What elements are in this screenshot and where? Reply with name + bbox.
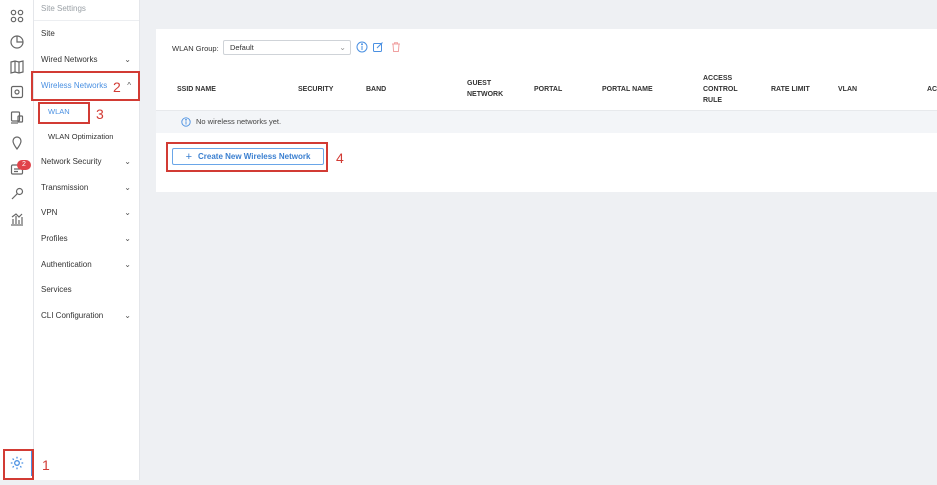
map-icon[interactable] [9, 59, 25, 75]
table-header: SSID NAME SECURITY BAND GUEST NETWORK PO… [156, 67, 937, 111]
menu-item-profiles[interactable]: Profiles ⌄ [41, 231, 133, 247]
menu-item-vpn[interactable]: VPN ⌄ [41, 205, 133, 221]
chevron-down-icon: ⌄ [124, 311, 131, 320]
menu-item-label: CLI Configuration [41, 311, 104, 320]
menu-item-site[interactable]: Site [41, 26, 133, 42]
column-header-vlan: VLAN [838, 85, 858, 93]
menu-item-label: Services [41, 285, 72, 294]
notification-badge: 2 [17, 160, 31, 170]
chevron-down-icon: ⌄ [339, 43, 346, 52]
menu-item-label: Profiles [41, 234, 68, 243]
annotation-number-1: 1 [42, 457, 50, 473]
chevron-down-icon: ⌄ [124, 55, 131, 64]
menu-divider [34, 20, 139, 21]
info-icon [181, 117, 191, 127]
column-header-ssid-name: SSID NAME [177, 85, 216, 93]
grid-icon[interactable] [9, 8, 25, 24]
info-icon[interactable] [356, 41, 368, 53]
menu-item-transmission[interactable]: Transmission ⌄ [41, 180, 133, 196]
annotation-box-3 [38, 102, 90, 124]
icon-rail: 2 [0, 0, 34, 480]
annotation-number-4: 4 [336, 150, 344, 166]
clients-icon[interactable] [9, 109, 25, 125]
chevron-down-icon: ⌄ [124, 234, 131, 243]
menu-item-network-security[interactable]: Network Security ⌄ [41, 154, 133, 170]
empty-state-text: No wireless networks yet. [196, 117, 282, 126]
device-icon[interactable] [9, 84, 25, 100]
annotation-number-3: 3 [96, 106, 104, 122]
annotation-box-4 [166, 142, 328, 172]
annotation-box-1 [3, 449, 34, 480]
column-header-rate-limit: RATE LIMIT [771, 85, 810, 93]
menu-item-services[interactable]: Services [41, 282, 133, 298]
tools-icon[interactable] [9, 186, 25, 202]
edit-icon[interactable] [372, 41, 384, 53]
annotation-number-2: 2 [113, 79, 121, 95]
menu-item-cli-configuration[interactable]: CLI Configuration ⌄ [41, 308, 133, 324]
menu-item-label: Site [41, 29, 55, 38]
column-header-portal-name: PORTAL NAME [602, 85, 653, 93]
wlan-group-label: WLAN Group: [172, 44, 219, 53]
menu-item-label: WLAN Optimization [48, 132, 114, 141]
chevron-down-icon: ⌄ [124, 260, 131, 269]
menu-item-label: Authentication [41, 260, 92, 269]
column-header-portal: PORTAL [534, 85, 563, 93]
wlan-group-select[interactable]: Default ⌄ [223, 40, 351, 55]
column-header-ac: AC [927, 85, 937, 93]
menu-header: Site Settings [41, 4, 86, 13]
dashboard-icon[interactable] [9, 34, 25, 50]
delete-icon[interactable] [390, 41, 402, 53]
empty-state-row: No wireless networks yet. [156, 111, 937, 133]
column-header-security: SECURITY [298, 85, 334, 93]
reports-icon[interactable] [9, 211, 25, 227]
chevron-down-icon: ⌄ [124, 157, 131, 166]
menu-item-label: Wired Networks [41, 55, 98, 64]
annotation-box-2 [31, 71, 140, 101]
column-header-access-control-rule: ACCESS CONTROL RULE [703, 74, 738, 104]
menu-item-label: Network Security [41, 157, 102, 166]
column-header-guest-network: GUEST NETWORK [467, 80, 504, 98]
menu-item-label: Transmission [41, 183, 89, 192]
menu-item-wired-networks[interactable]: Wired Networks ⌄ [41, 52, 133, 68]
column-header-band: BAND [366, 85, 387, 93]
chevron-down-icon: ⌄ [124, 208, 131, 217]
wlan-group-value: Default [230, 43, 254, 52]
chevron-down-icon: ⌄ [124, 183, 131, 192]
menu-item-label: VPN [41, 208, 58, 217]
menu-item-authentication[interactable]: Authentication ⌄ [41, 257, 133, 273]
menu-item-wlan-optimization[interactable]: WLAN Optimization [48, 129, 128, 145]
location-icon[interactable] [9, 135, 25, 151]
